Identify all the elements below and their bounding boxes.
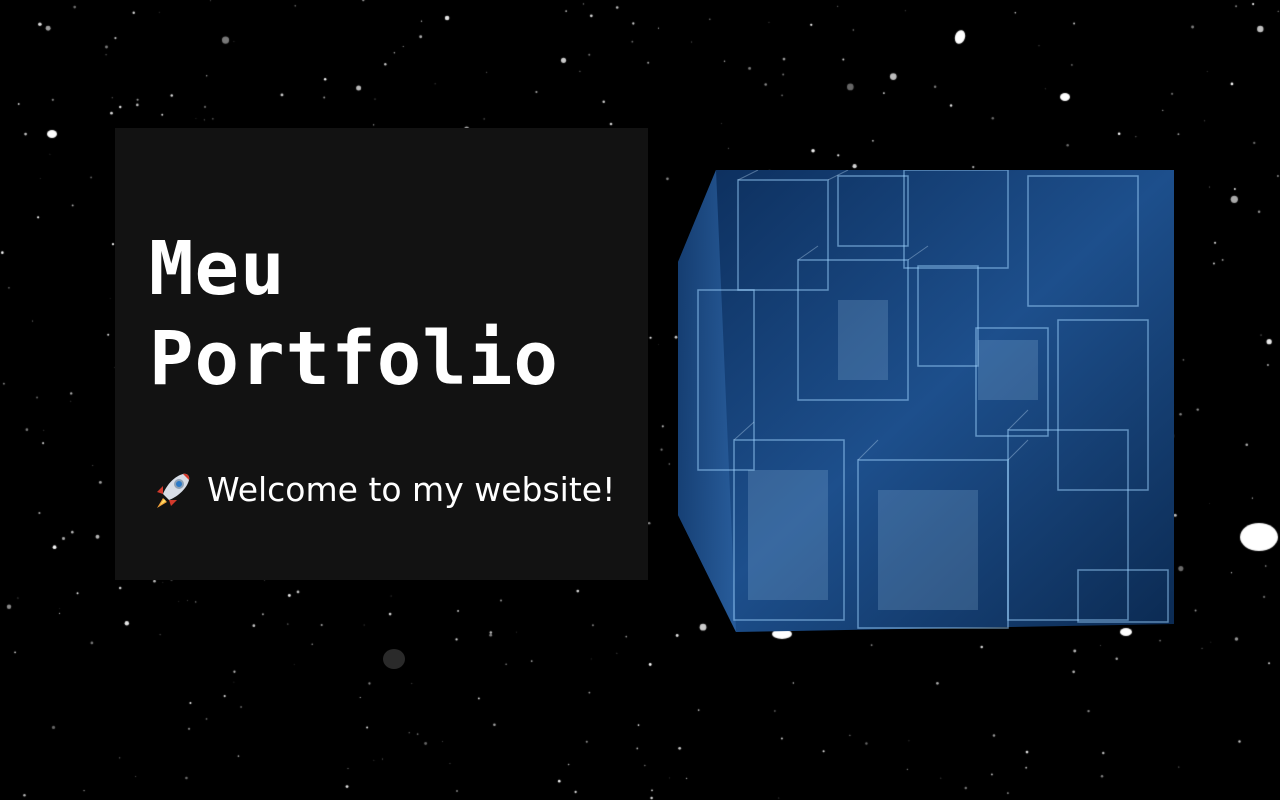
decorative-dot bbox=[383, 649, 405, 669]
hero-card: Meu Portfolio Welcome to my website! bbox=[115, 128, 648, 669]
welcome-message: Welcome to my website! bbox=[149, 466, 648, 514]
page-title: Meu Portfolio bbox=[149, 224, 648, 404]
welcome-text: Welcome to my website! bbox=[207, 470, 616, 509]
title-line-1: Meu bbox=[149, 226, 286, 312]
digital-cube-graphic bbox=[678, 170, 1174, 632]
rocket-icon bbox=[157, 473, 190, 508]
title-line-2: Portfolio bbox=[149, 316, 559, 402]
